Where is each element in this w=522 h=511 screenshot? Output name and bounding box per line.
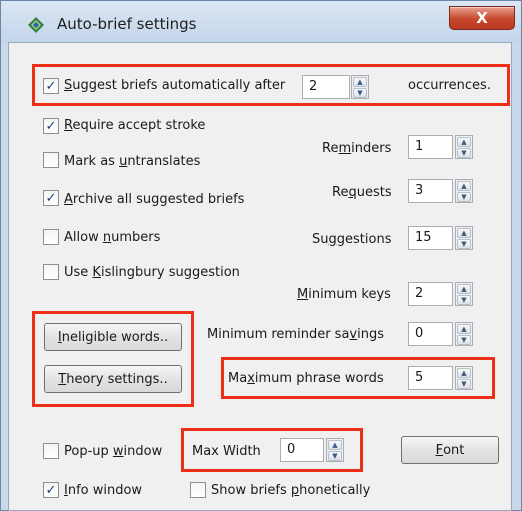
font-button-key: F bbox=[435, 442, 444, 458]
show-phonetically-label-pre: Show briefs bbox=[211, 483, 291, 498]
reminders-input[interactable]: 1 bbox=[408, 135, 453, 159]
requests-input[interactable]: 3 bbox=[408, 179, 453, 203]
reminders-label-key: m bbox=[338, 141, 352, 156]
minimum-keys-label-key: M bbox=[297, 287, 309, 302]
require-accept-stroke-checkbox[interactable] bbox=[43, 118, 59, 134]
archive-briefs-checkbox[interactable] bbox=[43, 190, 59, 206]
mark-untranslates-checkbox[interactable] bbox=[43, 152, 59, 168]
minimum-keys-label: Minimum keys bbox=[297, 287, 391, 302]
suggestions-label-pre: Su bbox=[312, 232, 329, 247]
reminders-spinner[interactable]: ▲ ▼ bbox=[455, 135, 473, 159]
show-phonetically-label-key: p bbox=[290, 483, 300, 498]
spin-up-icon[interactable]: ▲ bbox=[457, 137, 471, 147]
popup-window-label: Pop-up window bbox=[64, 444, 162, 459]
requests-label-rest: uests bbox=[356, 185, 392, 200]
allow-numbers-label-pre: Allow bbox=[64, 230, 103, 245]
info-window-label-rest: nfo window bbox=[67, 483, 143, 498]
popup-window-checkbox[interactable] bbox=[43, 443, 59, 459]
allow-numbers-label-rest: umbers bbox=[111, 230, 161, 245]
show-phonetically-checkbox[interactable] bbox=[190, 482, 206, 498]
reminders-label-rest: inders bbox=[351, 141, 392, 156]
spin-down-icon[interactable]: ▼ bbox=[457, 148, 471, 158]
minimum-reminder-savings-input[interactable]: 0 bbox=[408, 322, 453, 346]
app-icon bbox=[28, 17, 44, 33]
spin-down-icon[interactable]: ▼ bbox=[457, 239, 471, 249]
kislingbury-label: Use Kislingbury suggestion bbox=[64, 265, 240, 280]
minimum-reminder-savings-label-key: v bbox=[349, 327, 358, 342]
spin-down-icon[interactable]: ▼ bbox=[457, 295, 471, 305]
font-button[interactable]: Font bbox=[401, 436, 499, 464]
requests-label-pre: Re bbox=[332, 185, 349, 200]
minimum-keys-spinner[interactable]: ▲ ▼ bbox=[455, 282, 473, 306]
requests-label: Requests bbox=[332, 185, 392, 200]
minimum-reminder-savings-label-pre: Minimum reminder sa bbox=[207, 327, 350, 342]
requests-label-key: q bbox=[348, 185, 357, 200]
title-bar[interactable]: Auto-brief settings X bbox=[1, 1, 521, 43]
close-button[interactable]: X bbox=[449, 6, 515, 30]
window-title: Auto-brief settings bbox=[57, 15, 197, 33]
spin-up-icon[interactable]: ▲ bbox=[457, 284, 471, 294]
show-phonetically-label-rest: honetically bbox=[299, 483, 371, 498]
highlight-max-width bbox=[181, 428, 363, 472]
popup-window-label-rest: indow bbox=[123, 444, 163, 459]
require-accept-stroke-label-rest: equire accept stroke bbox=[72, 118, 206, 133]
archive-briefs-label-rest: rchive all suggested briefs bbox=[72, 192, 245, 207]
mark-untranslates-label-pre: Mark as bbox=[64, 154, 120, 169]
spin-down-icon[interactable]: ▼ bbox=[457, 192, 471, 202]
minimum-reminder-savings-label-rest: ings bbox=[357, 327, 385, 342]
suggestions-spinner[interactable]: ▲ ▼ bbox=[455, 226, 473, 250]
allow-numbers-label: Allow numbers bbox=[64, 230, 160, 245]
minimum-keys-label-rest: inimum keys bbox=[308, 287, 391, 302]
requests-spinner[interactable]: ▲ ▼ bbox=[455, 179, 473, 203]
close-icon: X bbox=[476, 9, 488, 27]
require-accept-stroke-label: Require accept stroke bbox=[64, 118, 205, 133]
reminders-label-pre: Re bbox=[322, 141, 339, 156]
spin-up-icon[interactable]: ▲ bbox=[457, 228, 471, 238]
spin-up-icon[interactable]: ▲ bbox=[457, 324, 471, 334]
suggestions-label-key: g bbox=[328, 232, 337, 247]
kislingbury-checkbox[interactable] bbox=[43, 264, 59, 280]
allow-numbers-label-key: n bbox=[102, 230, 112, 245]
font-button-rest: ont bbox=[443, 442, 465, 458]
minimum-reminder-savings-spinner[interactable]: ▲ ▼ bbox=[455, 322, 473, 346]
popup-window-label-pre: Pop-up bbox=[64, 444, 113, 459]
kislingbury-label-key: K bbox=[92, 265, 101, 280]
highlight-suggest-row bbox=[32, 64, 510, 106]
minimum-reminder-savings-label: Minimum reminder savings bbox=[207, 327, 384, 342]
info-window-label: Info window bbox=[64, 483, 142, 498]
popup-window-label-key: w bbox=[112, 444, 124, 459]
mark-untranslates-label-rest: ntranslates bbox=[127, 154, 201, 169]
spin-up-icon[interactable]: ▲ bbox=[457, 181, 471, 191]
kislingbury-label-rest: islingbury suggestion bbox=[100, 265, 240, 280]
minimum-keys-input[interactable]: 2 bbox=[408, 282, 453, 306]
kislingbury-label-pre: Use bbox=[64, 265, 93, 280]
show-phonetically-label: Show briefs phonetically bbox=[211, 483, 370, 498]
spin-down-icon[interactable]: ▼ bbox=[457, 335, 471, 345]
suggestions-label-rest: gestions bbox=[336, 232, 392, 247]
reminders-label: Reminders bbox=[322, 141, 391, 156]
info-window-checkbox[interactable] bbox=[43, 482, 59, 498]
allow-numbers-checkbox[interactable] bbox=[43, 229, 59, 245]
suggestions-input[interactable]: 15 bbox=[408, 226, 453, 250]
archive-briefs-label-key: A bbox=[64, 192, 73, 207]
archive-briefs-label: Archive all suggested briefs bbox=[64, 192, 244, 207]
highlight-left-buttons bbox=[32, 311, 194, 407]
mark-untranslates-label: Mark as untranslates bbox=[64, 154, 200, 169]
highlight-max-phrase bbox=[221, 357, 495, 399]
suggestions-label: Suggestions bbox=[312, 232, 391, 247]
